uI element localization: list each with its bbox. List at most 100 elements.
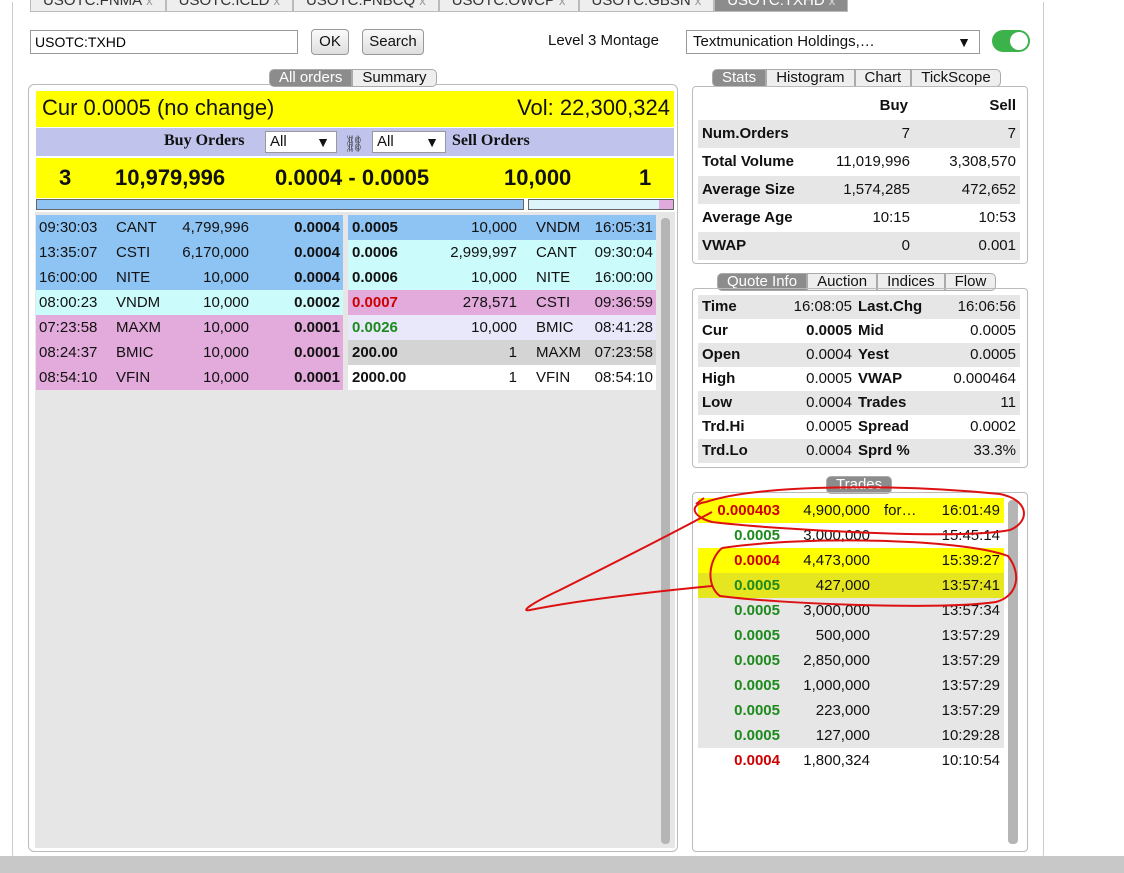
- quote-row: Low 0.0004 Trades 11: [698, 391, 1020, 415]
- close-icon[interactable]: x: [274, 0, 281, 8]
- tab-txhd[interactable]: USOTC:TXHD x: [714, 0, 849, 12]
- sell-order-row[interactable]: 200.00 1 MAXM 07:23:58: [348, 340, 656, 365]
- quote-label: Sprd %: [858, 442, 910, 459]
- tab-icld[interactable]: USOTC:ICLD x: [165, 0, 294, 12]
- trade-row[interactable]: 0.0004 4,473,000 15:39:27: [698, 548, 1004, 573]
- trade-time: 13:57:29: [941, 702, 1000, 719]
- close-icon[interactable]: x: [419, 0, 426, 8]
- market-maker: BMIC: [116, 344, 154, 361]
- close-icon[interactable]: x: [559, 0, 566, 8]
- trade-time: 13:57:41: [941, 577, 1000, 594]
- trade-row[interactable]: 0.0004 1,800,324 10:10:54: [698, 748, 1004, 773]
- quote-value: 33.3%: [973, 442, 1016, 459]
- stats-sell-value: 7: [1007, 125, 1016, 142]
- sell-order-row[interactable]: 0.0026 10,000 BMIC 08:41:28: [348, 315, 656, 340]
- chevron-down-icon: ▼: [425, 134, 439, 150]
- sell-volume: 10,000: [504, 165, 572, 190]
- trade-time: 15:45:14: [941, 527, 1000, 544]
- stats-label: Total Volume: [702, 153, 794, 170]
- close-icon[interactable]: x: [829, 0, 836, 8]
- ok-button[interactable]: OK: [311, 29, 349, 55]
- order-book-scrollbar[interactable]: [661, 218, 670, 844]
- quote-label: Mid: [858, 322, 884, 339]
- sell-order-row[interactable]: 0.0005 10,000 VNDM 16:05:31: [348, 215, 656, 240]
- buy-order-row[interactable]: 08:54:10 VFIN 10,000 0.0001: [36, 365, 343, 390]
- bottom-scrollbar[interactable]: [0, 856, 1124, 873]
- trade-row[interactable]: 0.0005 427,000 13:57:41: [698, 573, 1004, 598]
- trade-price: 0.0005: [734, 527, 780, 544]
- trade-row[interactable]: 0.0005 3,000,000 15:45:14: [698, 523, 1004, 548]
- buy-order-row[interactable]: 13:35:07 CSTI 6,170,000 0.0004: [36, 240, 343, 265]
- trade-row[interactable]: 0.0005 1,000,000 13:57:29: [698, 673, 1004, 698]
- tab-summary[interactable]: Summary: [352, 69, 437, 87]
- tab-all-orders[interactable]: All orders: [269, 69, 353, 87]
- sell-order-row[interactable]: 0.0006 2,999,997 CANT 09:30:04: [348, 240, 656, 265]
- market-maker: CSTI: [116, 244, 151, 261]
- quote-label: VWAP: [858, 370, 903, 387]
- trade-row[interactable]: 0.0005 127,000 10:29:28: [698, 723, 1004, 748]
- order-size: 10,000: [203, 319, 249, 336]
- buy-order-row[interactable]: 16:00:00 NITE 10,000 0.0004: [36, 265, 343, 290]
- trade-time: 15:39:27: [941, 552, 1000, 569]
- link-icon[interactable]: ⛓: [344, 134, 364, 154]
- trade-price: 0.0004: [734, 752, 780, 769]
- trade-row[interactable]: 0.0005 3,000,000 13:57:34: [698, 598, 1004, 623]
- toggle-switch[interactable]: [992, 30, 1030, 52]
- tab-gbsn[interactable]: USOTC:GBSN x: [578, 0, 715, 12]
- market-maker: VFIN: [116, 369, 151, 386]
- quote-value: 0.0005: [806, 322, 852, 339]
- trade-size: 223,000: [815, 702, 870, 719]
- sell-filter-value: All: [377, 133, 394, 150]
- trade-time: 13:57:29: [941, 652, 1000, 669]
- symbol-input[interactable]: [30, 30, 298, 54]
- trade-row[interactable]: 0.0005 500,000 13:57:29: [698, 623, 1004, 648]
- market-maker: MAXM: [116, 319, 161, 336]
- trade-row[interactable]: 0.0005 223,000 13:57:29: [698, 698, 1004, 723]
- tab-stats[interactable]: Stats: [712, 69, 767, 87]
- quote-value: 11: [1000, 394, 1016, 411]
- order-size: 10,000: [203, 344, 249, 361]
- sell-order-row[interactable]: 2000.00 1 VFIN 08:54:10: [348, 365, 656, 390]
- market-maker: VNDM: [536, 219, 581, 236]
- quote-row: Open 0.0004 Yest 0.0005: [698, 343, 1020, 367]
- buy-order-row[interactable]: 09:30:03 CANT 4,799,996 0.0004: [36, 215, 343, 240]
- trade-row[interactable]: 0.0005 2,850,000 13:57:29: [698, 648, 1004, 673]
- order-time: 16:00:00: [594, 269, 653, 286]
- tab-chart[interactable]: Chart: [854, 69, 912, 87]
- tab-fnbcq[interactable]: USOTC:FNBCQ x: [293, 0, 439, 12]
- trade-size: 127,000: [815, 727, 870, 744]
- search-button[interactable]: Search: [362, 29, 424, 55]
- stats-row: Average Age 10:15 10:53: [698, 204, 1020, 232]
- order-size: 10,000: [471, 269, 517, 286]
- buy-order-row[interactable]: 08:00:23 VNDM 10,000 0.0002: [36, 290, 343, 315]
- close-icon[interactable]: x: [695, 0, 702, 8]
- trades-scrollbar[interactable]: [1008, 500, 1018, 844]
- buy-order-row[interactable]: 08:24:37 BMIC 10,000 0.0001: [36, 340, 343, 365]
- tab-label: USOTC:ICLD: [178, 0, 270, 9]
- sell-order-row[interactable]: 0.0006 10,000 NITE 16:00:00: [348, 265, 656, 290]
- quote-row: Trd.Lo 0.0004 Sprd % 33.3%: [698, 439, 1020, 463]
- close-icon[interactable]: x: [146, 0, 153, 8]
- sell-orders-label: Sell Orders: [452, 132, 530, 149]
- buy-order-row[interactable]: 07:23:58 MAXM 10,000 0.0001: [36, 315, 343, 340]
- trade-size: 1,000,000: [803, 677, 870, 694]
- market-maker: VNDM: [116, 294, 161, 311]
- order-price: 0.0001: [294, 369, 340, 386]
- quote-row: Trd.Hi 0.0005 Spread 0.0002: [698, 415, 1020, 439]
- stats-label: VWAP: [702, 237, 747, 254]
- buy-count: 3: [59, 165, 72, 190]
- sell-filter-select[interactable]: All ▼: [372, 131, 446, 153]
- current-price-text: Cur 0.0005 (no change): [42, 95, 275, 120]
- tab-fnma[interactable]: USOTC:FNMA x: [30, 0, 166, 12]
- trade-row[interactable]: 0.000403 4,900,000 for… 16:01:49: [698, 498, 1004, 523]
- tab-histogram[interactable]: Histogram: [766, 69, 855, 87]
- tab-owcp[interactable]: USOTC:OWCP x: [438, 0, 579, 12]
- company-select[interactable]: Textmunication Holdings,… ▼: [686, 30, 980, 54]
- trade-price: 0.0005: [734, 652, 780, 669]
- buy-filter-select[interactable]: All ▼: [265, 131, 337, 153]
- sell-order-row[interactable]: 0.0007 278,571 CSTI 09:36:59: [348, 290, 656, 315]
- quote-label: Time: [702, 298, 737, 315]
- trade-price: 0.0005: [734, 677, 780, 694]
- order-size: 1: [508, 344, 517, 361]
- tab-tickscope[interactable]: TickScope: [911, 69, 1001, 87]
